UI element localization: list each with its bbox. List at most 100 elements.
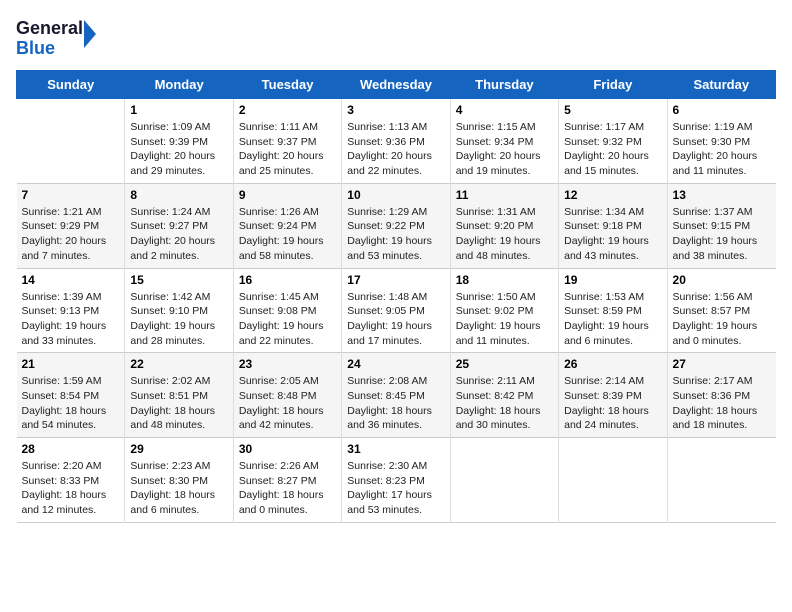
day-number: 5 [564, 103, 661, 117]
day-info: Sunrise: 1:15 AM Sunset: 9:34 PM Dayligh… [456, 120, 553, 179]
day-info: Sunrise: 2:11 AM Sunset: 8:42 PM Dayligh… [456, 374, 553, 433]
day-info: Sunrise: 1:09 AM Sunset: 9:39 PM Dayligh… [130, 120, 227, 179]
calendar-cell: 18Sunrise: 1:50 AM Sunset: 9:02 PM Dayli… [450, 268, 558, 353]
day-info: Sunrise: 2:30 AM Sunset: 8:23 PM Dayligh… [347, 459, 444, 518]
calendar-cell: 12Sunrise: 1:34 AM Sunset: 9:18 PM Dayli… [559, 183, 667, 268]
header: GeneralBlue [16, 16, 776, 60]
calendar-cell: 10 Sunrise: 1:29 AM Sunset: 9:22 PM Dayli… [342, 183, 450, 268]
day-number: 11 [456, 188, 553, 202]
calendar-cell: 29Sunrise: 2:23 AM Sunset: 8:30 PM Dayli… [125, 438, 233, 523]
weekday-header: Wednesday [342, 71, 450, 99]
calendar-cell: 19 Sunrise: 1:53 AM Sunset: 8:59 PM Dayli… [559, 268, 667, 353]
day-info: Sunrise: 1:53 AM Sunset: 8:59 PM Dayligh… [564, 290, 661, 349]
svg-text:General: General [16, 18, 83, 38]
day-info: Sunrise: 1:21 AM Sunset: 9:29 PM Dayligh… [22, 205, 120, 264]
day-info: Sunrise: 1:48 AM Sunset: 9:05 PM Dayligh… [347, 290, 444, 349]
calendar-header: SundayMondayTuesdayWednesdayThursdayFrid… [17, 71, 776, 99]
weekday-header: Sunday [17, 71, 125, 99]
calendar-cell [17, 99, 125, 184]
day-number: 28 [22, 442, 120, 456]
weekday-header: Monday [125, 71, 233, 99]
day-info: Sunrise: 1:37 AM Sunset: 9:15 PM Dayligh… [673, 205, 771, 264]
calendar-week-row: 14 Sunrise: 1:39 AM Sunset: 9:13 PM Dayli… [17, 268, 776, 353]
calendar-cell: 15 Sunrise: 1:42 AM Sunset: 9:10 PM Dayli… [125, 268, 233, 353]
weekday-header: Saturday [667, 71, 775, 99]
day-number: 15 [130, 273, 227, 287]
calendar-body: 1 Sunrise: 1:09 AM Sunset: 9:39 PM Daylig… [17, 99, 776, 523]
svg-text:Blue: Blue [16, 38, 55, 58]
day-info: Sunrise: 1:19 AM Sunset: 9:30 PM Dayligh… [673, 120, 771, 179]
day-number: 18 [456, 273, 553, 287]
day-info: Sunrise: 1:42 AM Sunset: 9:10 PM Dayligh… [130, 290, 227, 349]
day-info: Sunrise: 2:20 AM Sunset: 8:33 PM Dayligh… [22, 459, 120, 518]
calendar-cell: 16 Sunrise: 1:45 AM Sunset: 9:08 PM Dayli… [233, 268, 341, 353]
day-number: 21 [22, 357, 120, 371]
day-info: Sunrise: 1:29 AM Sunset: 9:22 PM Dayligh… [347, 205, 444, 264]
day-number: 3 [347, 103, 444, 117]
calendar-cell [450, 438, 558, 523]
calendar-cell: 8Sunrise: 1:24 AM Sunset: 9:27 PM Daylig… [125, 183, 233, 268]
calendar-cell: 6 Sunrise: 1:19 AM Sunset: 9:30 PM Daylig… [667, 99, 775, 184]
calendar-cell: 7Sunrise: 1:21 AM Sunset: 9:29 PM Daylig… [17, 183, 125, 268]
calendar-cell: 22 Sunrise: 2:02 AM Sunset: 8:51 PM Dayli… [125, 353, 233, 438]
calendar-cell: 27Sunrise: 2:17 AM Sunset: 8:36 PM Dayli… [667, 353, 775, 438]
calendar-week-row: 28 Sunrise: 2:20 AM Sunset: 8:33 PM Dayli… [17, 438, 776, 523]
calendar-cell: 21 Sunrise: 1:59 AM Sunset: 8:54 PM Dayli… [17, 353, 125, 438]
day-info: Sunrise: 2:08 AM Sunset: 8:45 PM Dayligh… [347, 374, 444, 433]
day-number: 6 [673, 103, 771, 117]
day-info: Sunrise: 1:11 AM Sunset: 9:37 PM Dayligh… [239, 120, 336, 179]
day-number: 2 [239, 103, 336, 117]
calendar-cell: 30 Sunrise: 2:26 AM Sunset: 8:27 PM Dayli… [233, 438, 341, 523]
calendar-cell: 1 Sunrise: 1:09 AM Sunset: 9:39 PM Daylig… [125, 99, 233, 184]
day-number: 29 [130, 442, 227, 456]
day-info: Sunrise: 2:02 AM Sunset: 8:51 PM Dayligh… [130, 374, 227, 433]
calendar-cell: 4 Sunrise: 1:15 AM Sunset: 9:34 PM Daylig… [450, 99, 558, 184]
day-number: 16 [239, 273, 336, 287]
calendar-cell: 17 Sunrise: 1:48 AM Sunset: 9:05 PM Dayli… [342, 268, 450, 353]
day-number: 1 [130, 103, 227, 117]
day-info: Sunrise: 1:17 AM Sunset: 9:32 PM Dayligh… [564, 120, 661, 179]
day-number: 22 [130, 357, 227, 371]
day-info: Sunrise: 2:26 AM Sunset: 8:27 PM Dayligh… [239, 459, 336, 518]
day-number: 19 [564, 273, 661, 287]
calendar-cell: 13 Sunrise: 1:37 AM Sunset: 9:15 PM Dayli… [667, 183, 775, 268]
day-number: 24 [347, 357, 444, 371]
logo: GeneralBlue [16, 16, 96, 60]
day-number: 13 [673, 188, 771, 202]
calendar-cell: 20Sunrise: 1:56 AM Sunset: 8:57 PM Dayli… [667, 268, 775, 353]
day-info: Sunrise: 1:39 AM Sunset: 9:13 PM Dayligh… [22, 290, 120, 349]
day-number: 25 [456, 357, 553, 371]
day-number: 10 [347, 188, 444, 202]
day-info: Sunrise: 2:05 AM Sunset: 8:48 PM Dayligh… [239, 374, 336, 433]
day-number: 23 [239, 357, 336, 371]
weekday-header: Friday [559, 71, 667, 99]
calendar-cell: 9 Sunrise: 1:26 AM Sunset: 9:24 PM Daylig… [233, 183, 341, 268]
calendar-week-row: 21 Sunrise: 1:59 AM Sunset: 8:54 PM Dayli… [17, 353, 776, 438]
calendar-cell: 23 Sunrise: 2:05 AM Sunset: 8:48 PM Dayli… [233, 353, 341, 438]
day-number: 14 [22, 273, 120, 287]
day-number: 9 [239, 188, 336, 202]
calendar-cell: 3Sunrise: 1:13 AM Sunset: 9:36 PM Daylig… [342, 99, 450, 184]
day-number: 26 [564, 357, 661, 371]
weekday-row: SundayMondayTuesdayWednesdayThursdayFrid… [17, 71, 776, 99]
day-info: Sunrise: 1:56 AM Sunset: 8:57 PM Dayligh… [673, 290, 771, 349]
weekday-header: Thursday [450, 71, 558, 99]
day-info: Sunrise: 1:45 AM Sunset: 9:08 PM Dayligh… [239, 290, 336, 349]
calendar-cell: 31Sunrise: 2:30 AM Sunset: 8:23 PM Dayli… [342, 438, 450, 523]
day-info: Sunrise: 2:14 AM Sunset: 8:39 PM Dayligh… [564, 374, 661, 433]
calendar-cell: 25 Sunrise: 2:11 AM Sunset: 8:42 PM Dayli… [450, 353, 558, 438]
calendar-week-row: 1 Sunrise: 1:09 AM Sunset: 9:39 PM Daylig… [17, 99, 776, 184]
day-info: Sunrise: 1:26 AM Sunset: 9:24 PM Dayligh… [239, 205, 336, 264]
calendar-cell: 5 Sunrise: 1:17 AM Sunset: 9:32 PM Daylig… [559, 99, 667, 184]
day-number: 4 [456, 103, 553, 117]
day-number: 27 [673, 357, 771, 371]
day-number: 17 [347, 273, 444, 287]
calendar-cell: 11Sunrise: 1:31 AM Sunset: 9:20 PM Dayli… [450, 183, 558, 268]
day-info: Sunrise: 1:59 AM Sunset: 8:54 PM Dayligh… [22, 374, 120, 433]
calendar-cell [667, 438, 775, 523]
day-number: 30 [239, 442, 336, 456]
calendar-cell: 26 Sunrise: 2:14 AM Sunset: 8:39 PM Dayli… [559, 353, 667, 438]
calendar-table: SundayMondayTuesdayWednesdayThursdayFrid… [16, 70, 776, 523]
calendar-cell [559, 438, 667, 523]
calendar-cell: 2 Sunrise: 1:11 AM Sunset: 9:37 PM Daylig… [233, 99, 341, 184]
